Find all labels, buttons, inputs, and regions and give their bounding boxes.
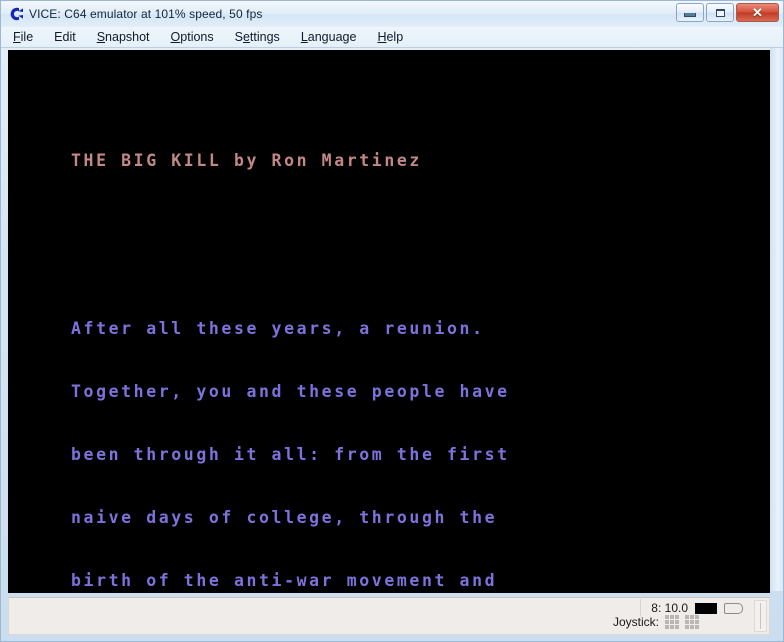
maximize-icon bbox=[715, 8, 725, 17]
c64-text-content: THE BIG KILL by Ron Martinez After all t… bbox=[71, 108, 535, 593]
screen-container: THE BIG KILL by Ron Martinez After all t… bbox=[1, 48, 783, 595]
paragraph-1: After all these years, a reunion. Togeth… bbox=[71, 276, 535, 593]
menu-item-help[interactable]: Help bbox=[377, 30, 403, 44]
text-line: Together, you and these people have bbox=[71, 382, 510, 401]
menu-item-snapshot[interactable]: Snapshot bbox=[97, 30, 150, 44]
text-line: been through it all: from the first bbox=[71, 445, 510, 464]
joystick-status[interactable]: Joystick: bbox=[613, 615, 700, 629]
minimize-icon bbox=[684, 13, 696, 17]
tape-icon[interactable] bbox=[724, 602, 743, 614]
drive-status[interactable]: 8: 10.0 bbox=[640, 599, 743, 617]
close-icon: ✕ bbox=[752, 5, 763, 20]
window-right-edge bbox=[770, 48, 783, 591]
joystick-port-2-icon[interactable] bbox=[685, 615, 700, 629]
maximize-button[interactable] bbox=[706, 3, 734, 22]
menu-item-edit[interactable]: Edit bbox=[54, 30, 76, 44]
game-title: THE BIG KILL by Ron Martinez bbox=[71, 151, 422, 170]
status-scrollbar[interactable] bbox=[754, 600, 767, 632]
joystick-label: Joystick: bbox=[613, 615, 660, 629]
window-title: VICE: C64 emulator at 101% speed, 50 fps bbox=[29, 7, 263, 21]
c64-display[interactable]: THE BIG KILL by Ron Martinez After all t… bbox=[8, 50, 770, 593]
menu-item-file[interactable]: File bbox=[13, 30, 33, 44]
text-line: birth of the anti-war movement and bbox=[71, 571, 498, 590]
menu-item-language[interactable]: Language bbox=[301, 30, 357, 44]
window-controls: ✕ bbox=[676, 3, 779, 22]
close-button[interactable]: ✕ bbox=[736, 3, 779, 22]
minimize-button[interactable] bbox=[676, 3, 704, 22]
status-bar: Joystick: 8: 10.0 bbox=[1, 595, 783, 641]
joystick-port-1-icon[interactable] bbox=[665, 615, 680, 629]
commodore-logo-icon bbox=[8, 6, 24, 22]
title-bar[interactable]: VICE: C64 emulator at 101% speed, 50 fps… bbox=[1, 1, 783, 27]
text-line: After all these years, a reunion. bbox=[71, 319, 485, 338]
text-line: naive days of college, through the bbox=[71, 508, 498, 527]
menu-item-settings[interactable]: Settings bbox=[235, 30, 280, 44]
vice-emulator-window: VICE: C64 emulator at 101% speed, 50 fps… bbox=[0, 0, 784, 642]
drive-led-icon bbox=[695, 602, 717, 614]
menu-item-options[interactable]: Options bbox=[171, 30, 214, 44]
menu-bar: File Edit Snapshot Options Settings Lang… bbox=[1, 27, 783, 48]
drive-track-value: 8: 10.0 bbox=[651, 601, 688, 615]
status-panel: Joystick: 8: 10.0 bbox=[8, 597, 770, 635]
